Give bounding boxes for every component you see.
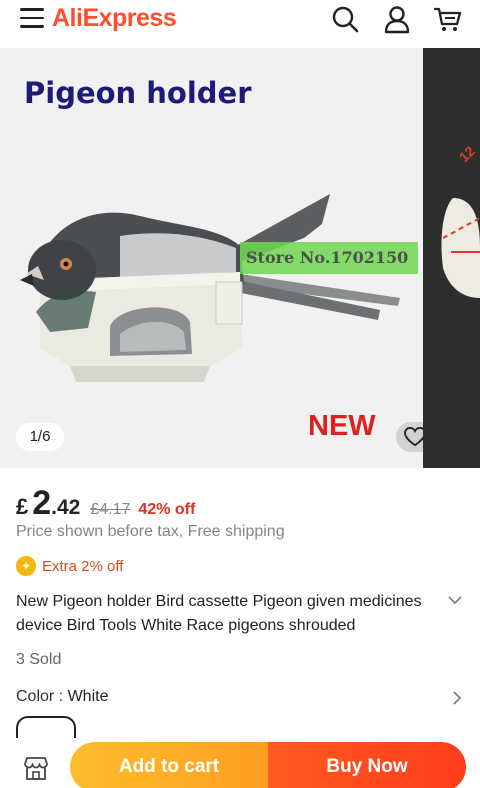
sold-count: 3 Sold xyxy=(16,651,62,668)
chevron-down-icon[interactable] xyxy=(447,592,463,608)
cart-icon[interactable] xyxy=(433,4,463,34)
menu-icon[interactable] xyxy=(20,8,44,28)
price-currency: £ xyxy=(16,494,29,519)
image-counter: 1/6 xyxy=(16,423,64,451)
product-title[interactable]: New Pigeon holder Bird cassette Pigeon g… xyxy=(16,590,426,638)
original-price: £4.17 xyxy=(90,501,131,518)
color-label: Color xyxy=(16,688,55,705)
color-separator: : xyxy=(54,688,68,705)
discount-badge: 42% off xyxy=(138,501,196,518)
coupon-icon: ✦ xyxy=(16,556,36,576)
search-icon[interactable] xyxy=(330,4,360,34)
color-value: White xyxy=(67,688,109,705)
top-header: AliExpress xyxy=(0,0,480,44)
new-tag: NEW xyxy=(308,410,376,442)
price-row: £ 2 .42 £4.17 42% off xyxy=(16,484,196,522)
product-gallery[interactable]: Pigeon holder Store No.1702150 NEW 1/6 1… xyxy=(0,48,480,468)
extra-discount[interactable]: ✦ Extra 2% off xyxy=(16,556,123,576)
chevron-right-icon[interactable] xyxy=(450,690,464,706)
aliexpress-logo[interactable]: AliExpress xyxy=(52,4,177,33)
bottom-action-bar: Add to cart Buy Now xyxy=(0,738,480,788)
add-to-cart-button[interactable]: Add to cart xyxy=(70,742,268,788)
next-image-preview xyxy=(441,198,480,298)
extra-discount-label: Extra 2% off xyxy=(42,557,124,575)
buy-now-button[interactable]: Buy Now xyxy=(268,742,466,788)
price-fraction: .42 xyxy=(51,496,81,519)
store-watermark: Store No.1702150 xyxy=(240,242,418,274)
account-icon[interactable] xyxy=(382,4,412,34)
store-icon[interactable] xyxy=(22,754,50,782)
color-selector[interactable]: Color : White xyxy=(16,688,108,706)
product-image-next[interactable]: 12 xyxy=(423,48,480,468)
product-image-main[interactable]: Pigeon holder Store No.1702150 NEW 1/6 xyxy=(0,48,466,468)
tax-shipping-note: Price shown before tax, Free shipping xyxy=(16,523,285,540)
price-whole: 2 xyxy=(32,484,52,522)
